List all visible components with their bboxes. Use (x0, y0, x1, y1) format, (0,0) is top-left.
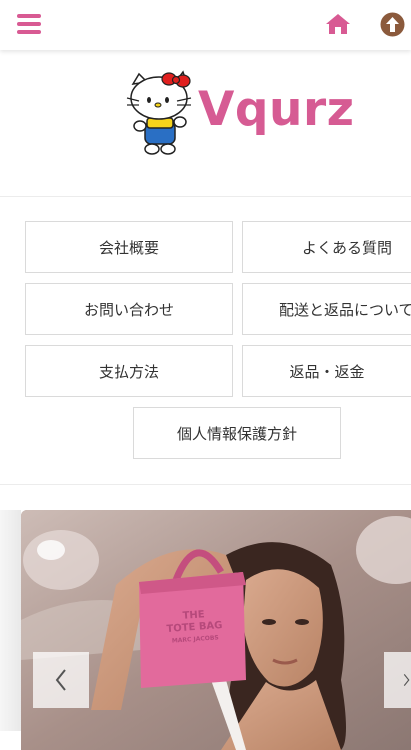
nav-item-label: 配送と返品について (279, 300, 411, 319)
hamburger-menu-button[interactable] (17, 14, 41, 34)
logo-section: Vqurz (0, 50, 411, 197)
menu-bar-line (17, 22, 41, 26)
section-divider (0, 484, 411, 485)
bag-print-text: THE TOTE BAG MARC JACOBS (146, 607, 243, 650)
nav-item-contact[interactable]: お問い合わせ (25, 283, 233, 335)
scroll-to-top-button[interactable] (380, 12, 405, 37)
chevron-left-icon (55, 669, 66, 691)
menu-bar-line (17, 30, 41, 34)
top-bar (0, 0, 411, 50)
hello-kitty-mascot (126, 70, 192, 155)
nav-item-returns-refunds[interactable]: 返品・返金 (242, 345, 411, 397)
brand-logo-text[interactable]: Vqurz (198, 80, 355, 140)
menu-bar-line (17, 14, 41, 18)
nav-item-label: よくある質問 (301, 238, 392, 257)
nav-item-company-profile[interactable]: 会社概要 (25, 221, 233, 273)
chevron-right-icon (403, 674, 410, 686)
nav-item-label: 返品・返金 (289, 362, 365, 381)
home-icon (326, 14, 350, 34)
nav-item-payment-methods[interactable]: 支払方法 (25, 345, 233, 397)
carousel-next-button[interactable] (384, 652, 411, 708)
nav-item-privacy-policy[interactable]: 個人情報保護方針 (133, 407, 341, 459)
hero-banner-carousel[interactable]: THE TOTE BAG MARC JACOBS (21, 510, 411, 750)
home-button[interactable] (325, 12, 351, 36)
carousel-prev-button[interactable] (33, 652, 89, 708)
arrow-up-circle-icon (380, 12, 405, 37)
nav-item-faq[interactable]: よくある質問 (242, 221, 411, 273)
carousel-previous-slide-edge (0, 510, 21, 731)
nav-item-shipping-returns[interactable]: 配送と返品について (242, 283, 411, 335)
